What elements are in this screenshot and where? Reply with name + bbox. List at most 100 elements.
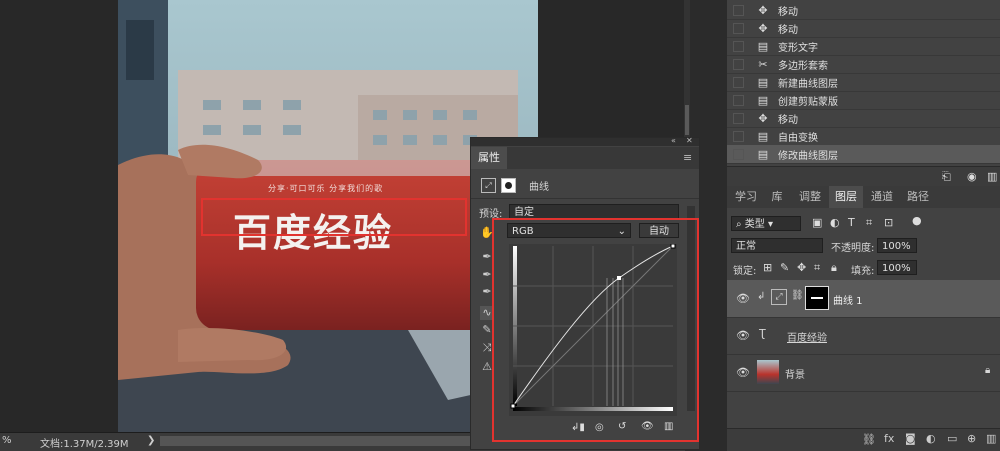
history-checkbox[interactable] [733, 40, 744, 52]
camera-icon[interactable]: ◉ [967, 170, 977, 183]
filter-shape-icon[interactable]: ⌗ [866, 216, 872, 230]
properties-tab-bar: 属性 ≡ [471, 147, 699, 169]
lock-brush-icon[interactable]: ✎ [780, 261, 789, 274]
filter-text-icon[interactable]: T [848, 216, 855, 229]
history-checkbox[interactable] [733, 76, 744, 88]
history-item[interactable]: ▤ 自由变换 [727, 127, 1000, 146]
new-layer-icon[interactable]: ⊕ [967, 432, 976, 445]
preset-select[interactable]: 自定 [509, 204, 679, 219]
tab-library[interactable]: 库 [763, 186, 791, 208]
history-checkbox[interactable] [733, 112, 744, 124]
history-item[interactable]: ▤ 修改曲线图层 [727, 145, 1000, 164]
move-icon: ✥ [758, 21, 768, 35]
fill-input[interactable]: 100% [877, 260, 917, 275]
blend-mode-value: 正常 [736, 241, 756, 252]
tab-properties[interactable]: 属性 [471, 147, 507, 169]
visibility-eye-icon[interactable]: 👁︎ [736, 292, 750, 305]
lock-icon: 🔒︎ [985, 365, 991, 376]
visibility-eye-icon[interactable]: 👁︎ [736, 329, 750, 342]
visibility-eye-icon[interactable]: 👁︎ [736, 366, 750, 379]
tab-learn[interactable]: 学习 [729, 186, 763, 208]
collapse-icon[interactable]: « [671, 136, 676, 145]
layer-filter-select[interactable]: ⌕ 类型 ▾ [731, 216, 801, 231]
highlight-box-curves [492, 218, 699, 442]
lock-pixels-icon[interactable]: ⊞ [763, 261, 772, 274]
history-item[interactable]: ▤ 新建曲线图层 [727, 73, 1000, 92]
preset-value: 自定 [514, 207, 534, 218]
add-mask-icon[interactable]: ◙ [905, 432, 916, 445]
history-item[interactable]: ✥ 移动 [727, 19, 1000, 38]
horizontal-scrollbar[interactable] [160, 436, 470, 446]
adjustment-name: 曲线 [529, 182, 549, 193]
history-item[interactable]: ▤ 变形文字 [727, 37, 1000, 56]
group-icon[interactable]: ▭ [947, 432, 957, 445]
history-panel: ✥ 移动 ✥ 移动 ▤ 变形文字 ✂ 多边形套索 ▤ 新建曲线图层 ▤ 创建剪贴蒙版 ✥ 移动 ▤ 自由变换 ▤… [727, 0, 1000, 166]
history-item[interactable]: ▤ 创建剪贴蒙版 [727, 91, 1000, 110]
panel-menu-icon[interactable]: ≡ [683, 151, 692, 164]
history-checkbox[interactable] [733, 130, 744, 142]
doc-icon: ▤ [757, 147, 769, 161]
lock-all-icon[interactable]: 🔒︎ [831, 261, 837, 275]
fill-label: 填充: [851, 266, 875, 277]
tab-adjustments[interactable]: 调整 [793, 186, 827, 208]
history-checkbox[interactable] [733, 22, 744, 34]
history-label: 移动 [778, 24, 798, 36]
mask-icon[interactable] [501, 178, 516, 193]
lock-label: 锁定: [733, 266, 757, 277]
zoom-level[interactable]: % [2, 435, 12, 446]
filter-pixel-icon[interactable]: ▣ [812, 216, 822, 229]
history-label: 移动 [778, 6, 798, 18]
filter-toggle-icon[interactable]: ● [912, 214, 922, 227]
tab-channels[interactable]: 通道 [865, 186, 899, 208]
history-label: 新建曲线图层 [778, 78, 838, 90]
opacity-input[interactable]: 100% [877, 238, 917, 253]
curves-adjust-icon: ⤢ [481, 178, 496, 193]
text-layer-icon: Ʈ [759, 327, 766, 340]
clip-arrow-icon: ↲ [757, 291, 766, 302]
lock-artboard-icon[interactable]: ⌗ [814, 261, 820, 275]
history-item[interactable]: ✂ 多边形套索 [727, 55, 1000, 74]
adjustment-icon[interactable]: ◐ [926, 432, 936, 445]
layers-panel: 学习 库 调整 图层 通道 路径 ⌕ 类型 ▾ ▣ ◐ T ⌗ ⊡ ● 正常 不… [727, 186, 1000, 451]
history-label: 自由变换 [778, 132, 818, 144]
filter-smart-icon[interactable]: ⊡ [884, 216, 893, 229]
history-checkbox[interactable] [733, 148, 744, 160]
tab-layers[interactable]: 图层 [829, 186, 863, 208]
layer-background[interactable]: 👁︎ 背景 🔒︎ [727, 354, 1000, 392]
move-icon: ✥ [758, 111, 768, 125]
history-item[interactable]: ✥ 移动 [727, 109, 1000, 128]
new-snapshot-icon[interactable]: ⎗ [942, 170, 951, 184]
lock-move-icon[interactable]: ✥ [797, 261, 806, 274]
layer-name[interactable]: 百度经验 [787, 329, 827, 344]
delete-layer-icon[interactable]: ▥ [986, 432, 996, 445]
history-label: 创建剪贴蒙版 [778, 96, 838, 108]
status-arrow-icon[interactable]: ❯ [147, 435, 155, 446]
layer-filter-label: 类型 [744, 219, 765, 230]
layers-footer: ⛓︎ fx ◙ ◐ ▭ ⊕ ▥ [727, 428, 1000, 451]
tab-paths[interactable]: 路径 [901, 186, 935, 208]
doc-icon: ▤ [757, 75, 769, 89]
filter-adjust-icon[interactable]: ◐ [830, 216, 840, 229]
doc-icon: ▤ [757, 39, 769, 53]
doc-icon: ▤ [757, 93, 769, 107]
panel-grip[interactable]: « ✕ [471, 136, 699, 146]
history-item[interactable]: ✥ 移动 [727, 1, 1000, 20]
divider [471, 198, 699, 199]
layer-text[interactable]: 👁︎ Ʈ 百度经验 [727, 317, 1000, 355]
close-panel-icon[interactable]: ✕ [686, 136, 693, 145]
layer-curves[interactable]: 👁︎ ↲ ⤢ ⛓︎ 曲线 1 [727, 280, 1000, 318]
trash-icon[interactable]: ▥ [987, 170, 997, 183]
fx-icon[interactable]: fx [884, 432, 894, 445]
layer-mask-thumb[interactable] [805, 286, 829, 310]
can-brand-text: 分享·可口可乐 分享我们的歌 [268, 184, 384, 193]
chain-icon[interactable]: ⛓︎ [791, 290, 804, 301]
blend-mode-select[interactable]: 正常 [731, 238, 823, 253]
history-checkbox[interactable] [733, 4, 744, 16]
layer-name[interactable]: 曲线 1 [833, 292, 863, 307]
doc-icon: ▤ [757, 129, 769, 143]
history-label: 多边形套索 [778, 60, 828, 72]
layer-name[interactable]: 背景 [785, 366, 805, 381]
history-checkbox[interactable] [733, 58, 744, 70]
history-checkbox[interactable] [733, 94, 744, 106]
link-layers-icon[interactable]: ⛓︎ [862, 433, 876, 446]
